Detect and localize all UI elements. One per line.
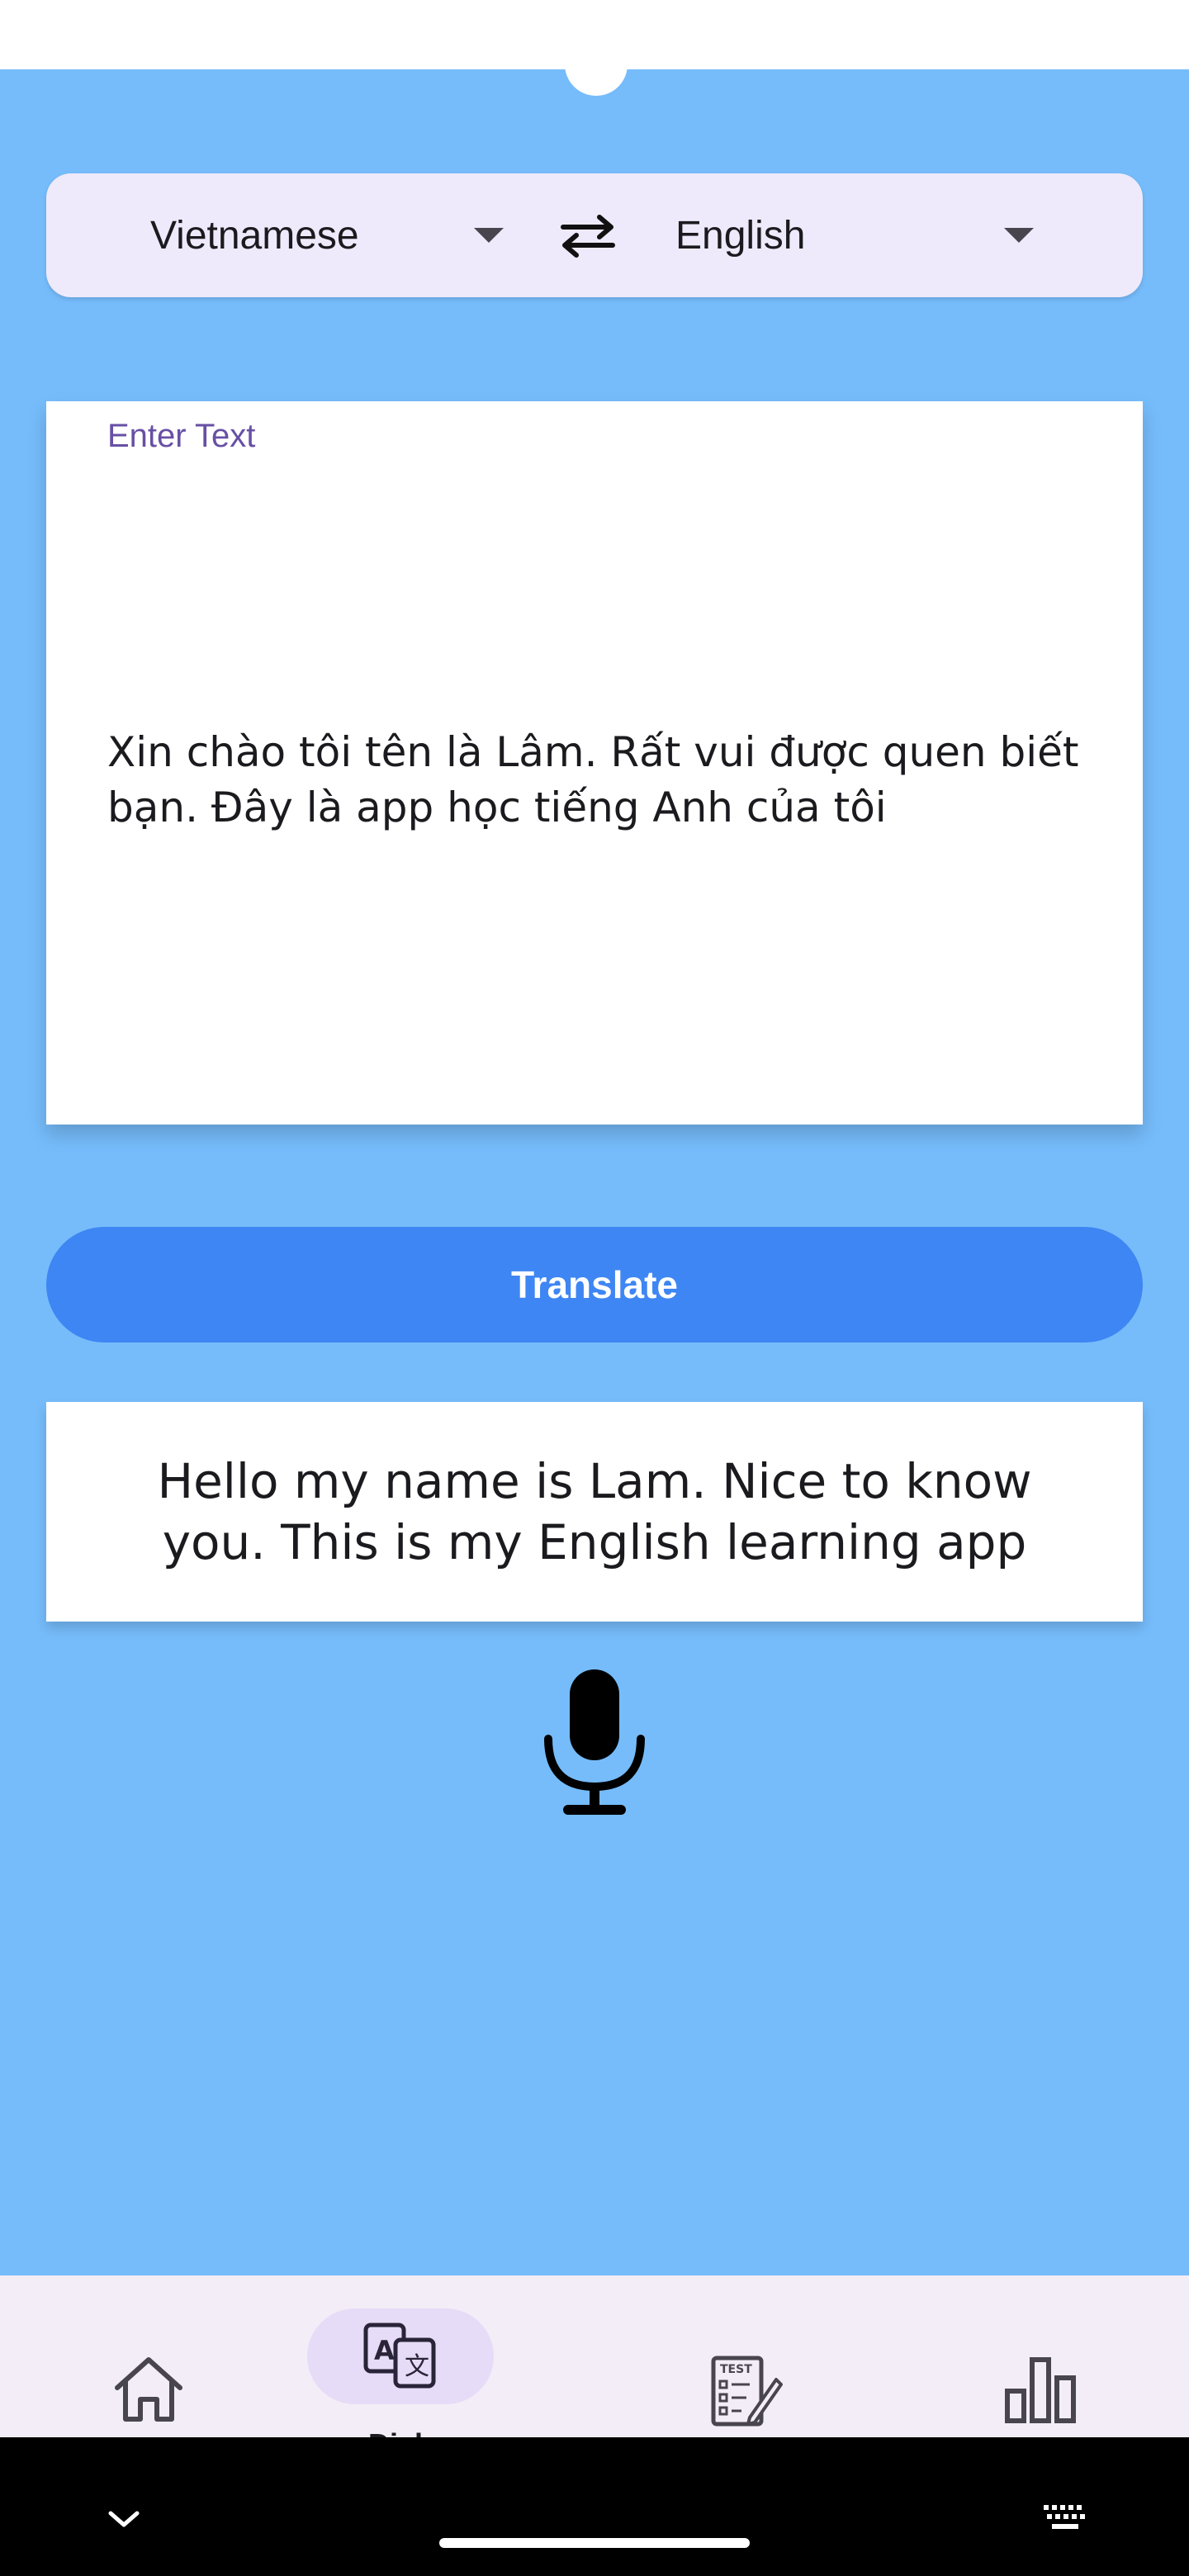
chevron-down-icon[interactable]: [107, 2508, 140, 2530]
microphone-button[interactable]: [542, 1666, 647, 1818]
translate-icon: A 文: [363, 2323, 436, 2389]
nav-item-stats[interactable]: [933, 2275, 1148, 2437]
caret-down-icon: [1004, 228, 1034, 243]
source-language-label: Vietnamese: [150, 213, 359, 258]
nav-item-translate[interactable]: A 文 Dich: [293, 2275, 508, 2437]
nav-item-test[interactable]: TEST: [636, 2275, 850, 2437]
keyboard-icon[interactable]: [1042, 2503, 1088, 2533]
text-input-value[interactable]: Xin chào tôi tên là Lâm. Rất vui được qu…: [107, 725, 1090, 836]
text-input-field[interactable]: Enter Text Xin chào tôi tên là Lâm. Rất …: [46, 401, 1143, 1125]
text-input-label: Enter Text: [107, 418, 256, 454]
bottom-navigation-bar: A 文 Dich TEST: [0, 2275, 1189, 2437]
translate-button[interactable]: Translate: [46, 1227, 1143, 1342]
translation-result-text: Hello my name is Lam. Nice to know you. …: [157, 1453, 1032, 1570]
svg-text:A: A: [374, 2335, 395, 2366]
swap-arrows-icon: [561, 215, 615, 258]
target-language-label: English: [675, 213, 806, 258]
home-icon: [115, 2357, 182, 2422]
bar-chart-icon: [1005, 2357, 1076, 2423]
target-language-dropdown[interactable]: English: [675, 173, 1047, 297]
microphone-icon: [544, 1669, 645, 1815]
nav-item-home[interactable]: [41, 2275, 256, 2437]
translation-result-card: Hello my name is Lam. Nice to know you. …: [46, 1402, 1143, 1622]
camera-notch: [565, 50, 628, 96]
source-language-dropdown[interactable]: Vietnamese: [150, 173, 514, 297]
svg-text:TEST: TEST: [720, 2363, 752, 2376]
language-selector-bar: Vietnamese English: [46, 173, 1143, 297]
svg-text:文: 文: [405, 2352, 429, 2381]
home-indicator[interactable]: [439, 2538, 750, 2548]
system-navigation-bar: [0, 2437, 1189, 2576]
nav-item-translate-label: Dich: [293, 2427, 508, 2437]
caret-down-icon: [474, 228, 504, 243]
swap-languages-button[interactable]: [542, 202, 634, 268]
test-icon: TEST: [711, 2356, 783, 2427]
